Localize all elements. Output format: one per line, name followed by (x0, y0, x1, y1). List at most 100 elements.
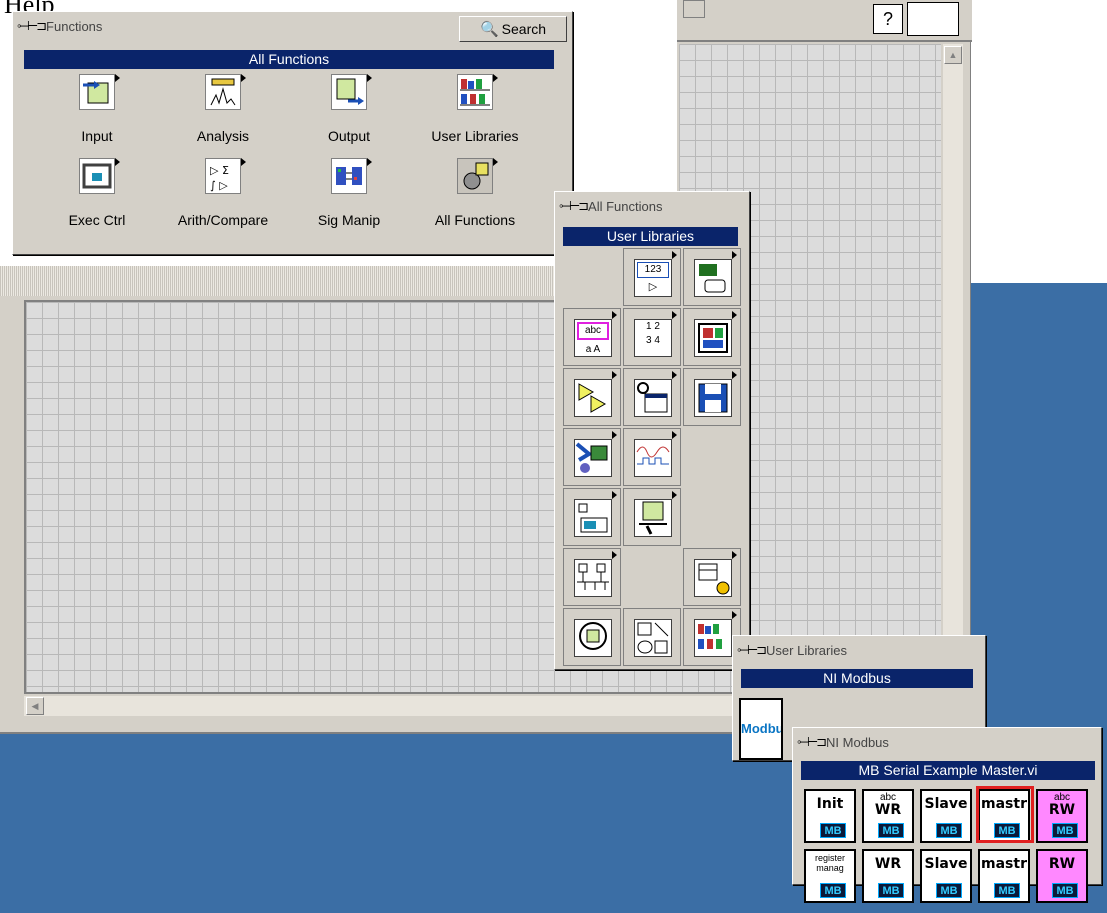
report-warning-icon (694, 559, 732, 597)
all-functions-palette-title[interactable]: ◦─⊢⊐ All Functions (559, 196, 662, 216)
user-libraries-icon (457, 74, 498, 110)
file-io-palette-item[interactable] (683, 368, 741, 426)
vi-text: Slave (924, 856, 968, 872)
floppy-icon (694, 379, 732, 417)
selected-item-highlight (976, 786, 1034, 843)
boolean-icon (694, 259, 732, 297)
function-item-arith-compare[interactable]: ▷ Σ ∫ ▷ Arith/Compare (159, 158, 287, 238)
function-item-input[interactable]: Input (33, 74, 161, 154)
function-item-analysis[interactable]: Analysis (159, 74, 287, 154)
mb-init-vi[interactable]: Init MB (801, 786, 859, 846)
numeric-icon: 123 ▷ (634, 259, 672, 297)
mb-tag: MB (1052, 823, 1078, 838)
array-palette-item[interactable]: 1 23 4 (623, 308, 681, 366)
waveform-palette-item[interactable] (623, 428, 681, 486)
function-item-output[interactable]: Output (285, 74, 413, 154)
ni-modbus-header: NI Modbus (741, 669, 973, 688)
daq-icon (574, 439, 612, 477)
analysis-icon (205, 74, 246, 110)
select-vi-icon (574, 619, 612, 657)
mb-tag: MB (936, 883, 962, 898)
horizontal-scrollbar[interactable]: ◀ (24, 696, 744, 716)
mb-tag: MB (936, 823, 962, 838)
empty-cell (683, 428, 741, 486)
comparison-palette-item[interactable] (563, 368, 621, 426)
vi-icon (907, 2, 959, 36)
mb-tag: MB (878, 883, 904, 898)
user-libraries-header: User Libraries (563, 227, 738, 246)
functions-palette-header: All Functions (24, 50, 554, 69)
pin-icon[interactable]: ◦─⊢⊐ (559, 198, 589, 214)
empty-cell (683, 488, 741, 546)
mb-slave-vi[interactable]: Slave MB (917, 786, 975, 846)
numeric-palette-item[interactable]: 123 ▷ (623, 248, 681, 306)
boolean-palette-item[interactable] (683, 248, 741, 306)
empty-cell (563, 248, 621, 306)
vi-text: Slave (924, 796, 968, 812)
network-icon (574, 559, 612, 597)
exec-ctrl-icon (79, 158, 120, 194)
function-label: All Functions (434, 212, 516, 228)
report-palette-item[interactable] (683, 548, 741, 606)
input-icon (79, 74, 120, 110)
mb-network-master-vi[interactable]: mastr MB (975, 846, 1033, 906)
mb-register-manager-vi[interactable]: register manag MB (801, 846, 859, 906)
output-icon (331, 74, 372, 110)
array-icon: 1 23 4 (634, 319, 672, 357)
time-dialog-palette-item[interactable] (623, 368, 681, 426)
all-functions-palette: ◦─⊢⊐ All Functions User Libraries 123 ▷ ab… (554, 191, 750, 670)
time-dialog-icon (634, 379, 672, 417)
ni-modbus-palette: ◦─⊢⊐ NI Modbus MB Serial Example Master.v… (792, 727, 1102, 903)
search-button[interactable]: 🔍 Search (459, 16, 567, 42)
toolbar-button[interactable] (683, 0, 705, 18)
application-control-palette-item[interactable] (623, 488, 681, 546)
functions-palette-title[interactable]: ◦─⊢⊐ Functions (17, 16, 102, 36)
function-label: Arith/Compare (177, 212, 269, 228)
cluster-icon (694, 319, 732, 357)
svg-text:∫ ▷: ∫ ▷ (210, 179, 228, 192)
mb-tag: MB (878, 823, 904, 838)
function-label: Input (81, 128, 113, 144)
waveform-icon (634, 439, 672, 477)
modbus-library-icon[interactable]: Modbus (739, 698, 783, 760)
pin-icon[interactable]: ◦─⊢⊐ (17, 18, 47, 34)
vi-small-text: register manag (814, 853, 845, 873)
function-item-user-libraries[interactable]: User Libraries (411, 74, 539, 154)
pin-icon[interactable]: ◦─⊢⊐ (797, 734, 827, 750)
mb-tag: MB (1052, 883, 1078, 898)
mb-tag: MB (820, 883, 846, 898)
mb-write-vi[interactable]: abc WR MB (859, 786, 917, 846)
mb-network-slave-vi[interactable]: Slave MB (917, 846, 975, 906)
functions-palette-title-text: Functions (46, 18, 103, 34)
context-help-button[interactable]: ? (873, 4, 903, 34)
daqmx-palette-item[interactable] (563, 428, 621, 486)
mb-read-write-vi[interactable]: abc RW MB (1033, 786, 1091, 846)
scroll-up-button[interactable]: ▲ (944, 46, 962, 64)
vi-text: RW (1048, 856, 1076, 872)
select-vi-palette-item[interactable] (563, 608, 621, 666)
instrument-io-palette-item[interactable] (563, 488, 621, 546)
function-item-sig-manip[interactable]: Sig Manip (285, 158, 413, 238)
pin-icon[interactable]: ◦─⊢⊐ (737, 642, 767, 658)
scroll-left-button[interactable]: ◀ (26, 697, 44, 715)
communication-palette-item[interactable] (563, 548, 621, 606)
ni-modbus-palette-title[interactable]: ◦─⊢⊐ NI Modbus (797, 732, 889, 752)
mb-network-write-vi[interactable]: WR MB (859, 846, 917, 906)
decorations-palette-item[interactable] (623, 608, 681, 666)
empty-cell (623, 548, 681, 606)
function-label: Output (327, 128, 371, 144)
string-palette-item[interactable]: abc a A (563, 308, 621, 366)
svg-text:▷ Σ: ▷ Σ (210, 164, 229, 177)
function-item-all-functions[interactable]: All Functions (411, 158, 539, 238)
user-libraries-title-text: User Libraries (766, 642, 847, 658)
vertical-scrollbar[interactable]: ▲ (943, 44, 963, 690)
cluster-palette-item[interactable] (683, 308, 741, 366)
all-functions-icon (457, 158, 498, 194)
string-icon: abc a A (574, 319, 612, 357)
block-diagram-toolbar: ? (677, 0, 972, 42)
function-label: Sig Manip (317, 212, 381, 228)
user-libraries-palette-title[interactable]: ◦─⊢⊐ User Libraries (737, 640, 847, 660)
mb-network-read-write-vi[interactable]: RW MB (1033, 846, 1091, 906)
vi-text: WR (874, 856, 902, 872)
function-item-exec-ctrl[interactable]: Exec Ctrl (33, 158, 161, 238)
